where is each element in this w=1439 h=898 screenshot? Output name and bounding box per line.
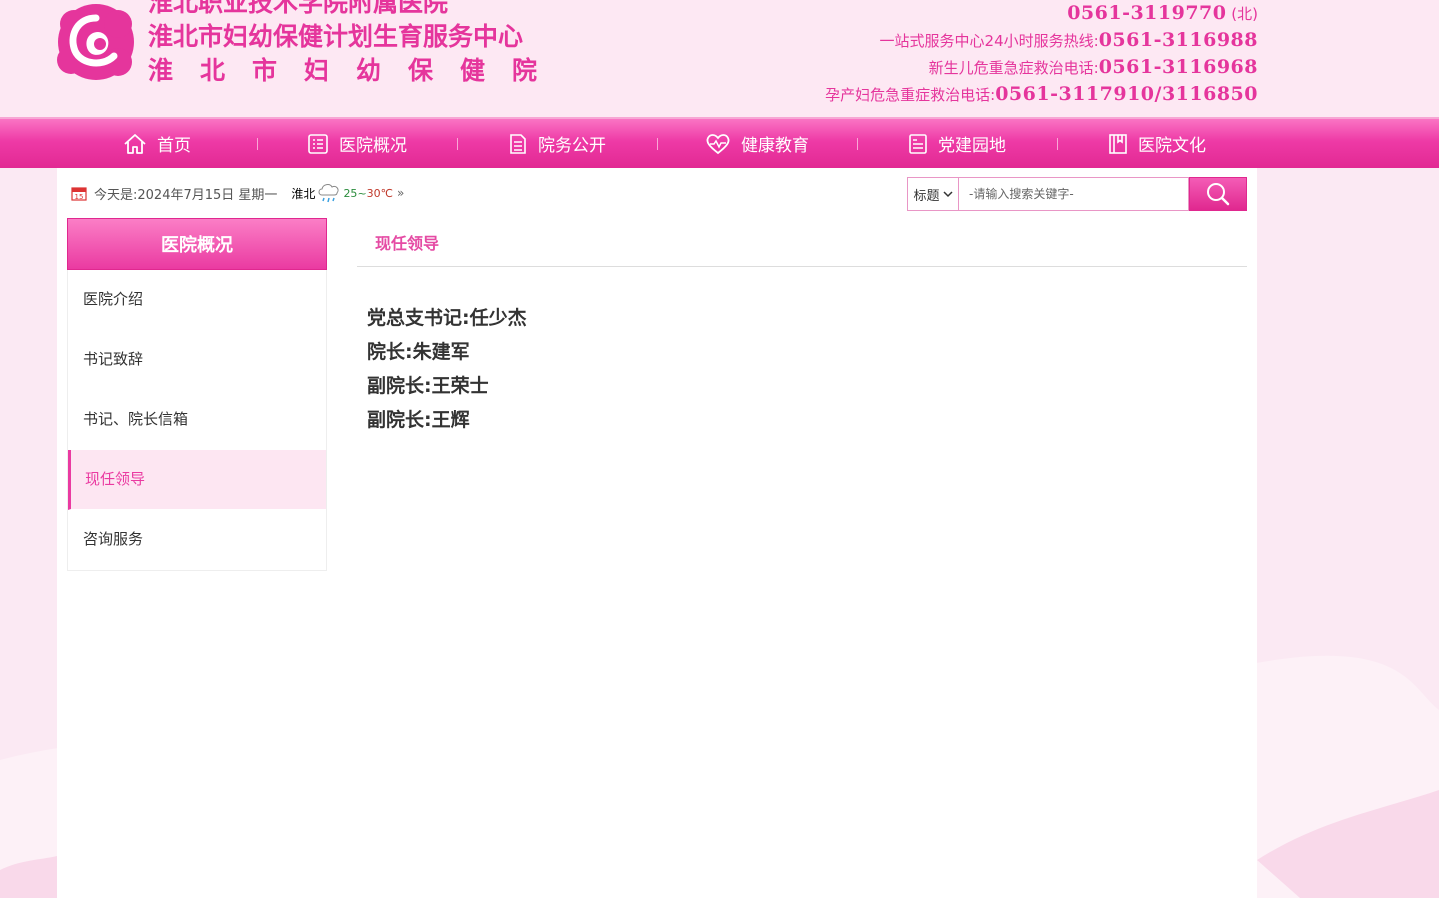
hospital-name-line-3: 淮北市妇幼保健院 — [148, 56, 565, 85]
hotline-maternal: 孕产妇危急重症救治电话:0561-3117910/3116850 — [825, 81, 1258, 108]
calendar-icon: 15 — [71, 187, 87, 201]
search-icon — [1207, 183, 1230, 206]
nav-item-culture[interactable]: 医院文化 — [1057, 119, 1257, 168]
hotline-block: 0561-3119770 (北) 一站式服务中心24小时服务热线:0561-31… — [825, 0, 1258, 108]
date-text: 今天是:2024年7月15日 星期一 — [94, 187, 278, 203]
weather-more-icon[interactable]: » — [397, 186, 404, 200]
nav-label: 党建园地 — [938, 136, 1006, 156]
hotline-number: 0561-3116968 — [1098, 56, 1258, 78]
document-icon — [510, 133, 526, 154]
nav-label: 医院文化 — [1138, 136, 1206, 156]
book-icon — [1109, 133, 1127, 154]
sidebar-title: 医院概况 — [67, 218, 327, 270]
weather-city: 淮北 — [291, 186, 316, 201]
nav-item-affairs[interactable]: 院务公开 — [457, 119, 657, 168]
hotline-label: 新生儿危重急症救治电话: — [928, 59, 1099, 77]
main-nav: 首页 医院概况 院务公开 健康教育 党建园地 医院文化 — [0, 117, 1439, 168]
temperature: 25~30℃ — [343, 186, 394, 200]
hotline-number: 0561-3116988 — [1098, 29, 1258, 51]
hospital-name-line-2: 淮北市妇幼保健计划生育服务中心 — [148, 22, 524, 51]
svg-text:15: 15 — [75, 193, 84, 201]
sidebar-item-consultation[interactable]: 咨询服务 — [68, 510, 326, 570]
sidebar-item-secretary-speech[interactable]: 书记致辞 — [68, 330, 326, 390]
nav-label: 医院概况 — [339, 136, 407, 156]
hotline-service-center: 一站式服务中心24小时服务热线:0561-3116988 — [825, 27, 1258, 54]
hotline-number: 0561-3119770 — [1067, 2, 1227, 24]
hotline-number: 0561-3117910/3116850 — [995, 83, 1258, 105]
nav-label: 首页 — [157, 136, 191, 156]
site-header: 淮北职业技术学院附属医院 淮北市妇幼保健计划生育服务中心 淮北市妇幼保健院 05… — [0, 0, 1439, 117]
leader-line: 院长:朱建军 — [367, 341, 470, 363]
hotline-label: 一站式服务中心24小时服务热线: — [879, 32, 1099, 50]
weather-widget[interactable]: 淮北 25~30℃ » — [291, 180, 404, 206]
search-button[interactable] — [1189, 177, 1247, 211]
sidebar-item-introduction[interactable]: 医院介绍 — [68, 270, 326, 330]
heart-pulse-icon — [706, 133, 730, 154]
nav-item-home[interactable]: 首页 — [57, 119, 257, 168]
sidebar-item-mailbox[interactable]: 书记、院长信箱 — [68, 390, 326, 450]
nav-label: 院务公开 — [538, 136, 606, 156]
main-content: 现任领导 党总支书记:任少杰 院长:朱建军 副院长:王荣士 副院长:王辉 — [357, 218, 1247, 437]
chevron-down-icon — [942, 191, 953, 198]
hotline-north: 0561-3119770 (北) — [1067, 2, 1258, 24]
search-bar: 标题 — [907, 177, 1247, 211]
sidebar: 医院概况 医院介绍 书记致辞 书记、院长信箱 现任领导 咨询服务 — [67, 218, 327, 571]
nav-item-health-education[interactable]: 健康教育 — [657, 119, 857, 168]
sidebar-list: 医院介绍 书记致辞 书记、院长信箱 现任领导 咨询服务 — [67, 270, 327, 571]
nav-item-overview[interactable]: 医院概况 — [257, 119, 457, 168]
hospital-logo[interactable] — [56, 2, 136, 82]
notes-icon — [909, 133, 927, 154]
hospital-name-block: 淮北职业技术学院附属医院 淮北市妇幼保健计划生育服务中心 淮北市妇幼保健院 — [148, 0, 564, 88]
search-type-select[interactable]: 标题 — [907, 177, 959, 211]
hotline-newborn: 新生儿危重急症救治电话:0561-3116968 — [825, 54, 1258, 81]
nav-item-party[interactable]: 党建园地 — [857, 119, 1057, 168]
nav-label: 健康教育 — [741, 136, 809, 156]
info-bar: 15 今天是:2024年7月15日 星期一 淮北 25~30℃ » — [71, 182, 404, 204]
search-input[interactable] — [959, 177, 1189, 211]
leader-line: 副院长:王辉 — [367, 409, 470, 431]
article-body: 党总支书记:任少杰 院长:朱建军 副院长:王荣士 副院长:王辉 — [357, 267, 1247, 437]
hotline-label: 孕产妇危急重症救治电话: — [825, 86, 996, 104]
page-container: 15 今天是:2024年7月15日 星期一 淮北 25~30℃ » 标题 医院概… — [57, 168, 1257, 898]
page-title: 现任领导 — [357, 218, 1247, 267]
leader-line: 副院长:王荣士 — [367, 375, 489, 397]
leader-line: 党总支书记:任少杰 — [367, 307, 527, 329]
rain-cloud-icon — [318, 184, 339, 203]
sidebar-item-current-leaders[interactable]: 现任领导 — [68, 450, 326, 510]
hospital-name-line-1: 淮北职业技术学院附属医院 — [148, 0, 449, 17]
list-icon — [308, 133, 328, 154]
home-icon — [124, 133, 146, 154]
